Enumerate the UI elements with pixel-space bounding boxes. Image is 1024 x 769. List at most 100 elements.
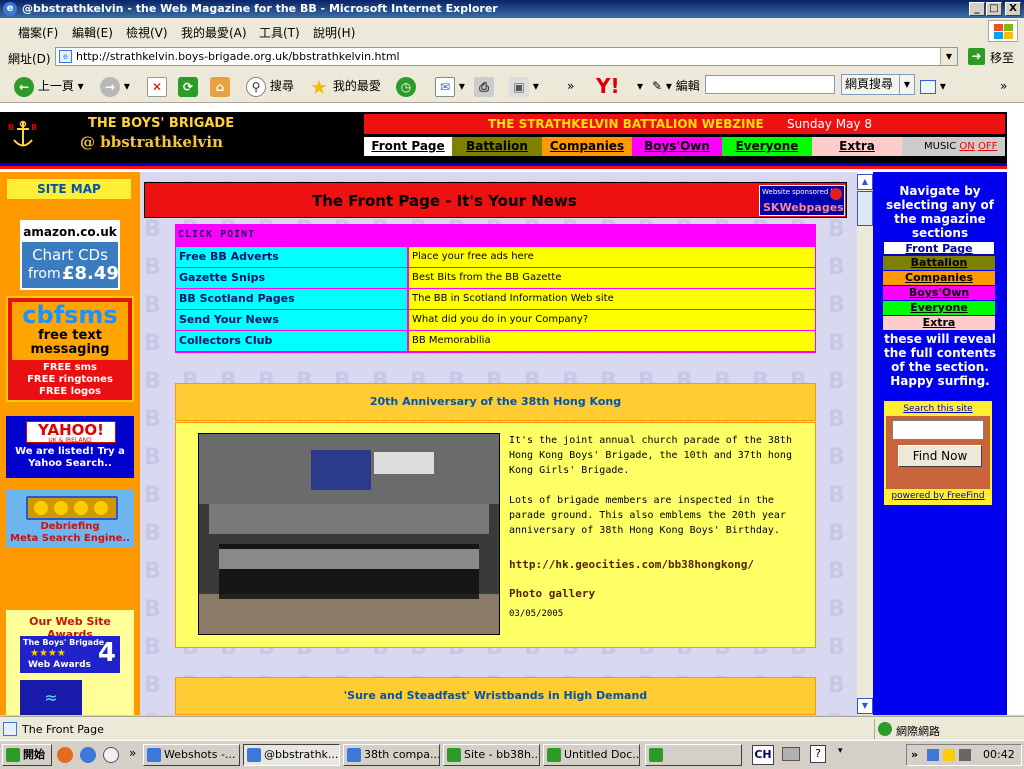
web-search-button[interactable]: 網頁搜尋 ▼ bbox=[841, 74, 915, 95]
tab-everyone[interactable]: Everyone bbox=[722, 137, 812, 156]
click-link-collectors-club[interactable]: Collectors Club bbox=[176, 331, 407, 351]
tab-extra[interactable]: Extra bbox=[812, 137, 902, 156]
minimize-button[interactable]: _ bbox=[969, 2, 985, 16]
firefox-icon[interactable] bbox=[57, 747, 73, 763]
warning-icon[interactable] bbox=[943, 749, 955, 761]
story-link[interactable]: http://hk.geocities.com/bb38hongkong/ bbox=[509, 557, 809, 572]
ime-options-icon[interactable]: ▾ bbox=[838, 746, 843, 756]
network-icon[interactable] bbox=[927, 749, 939, 761]
favorites-button[interactable]: ★ 我的最愛 bbox=[309, 75, 381, 97]
side-nav-front-page[interactable]: Front Page bbox=[883, 241, 995, 255]
photo-gallery-link[interactable]: Photo gallery bbox=[509, 586, 809, 601]
web-search-dropdown-icon[interactable]: ▼ bbox=[899, 75, 914, 94]
table-row: Gazette Snips Best Bits from the BB Gaze… bbox=[176, 268, 815, 288]
task-webshots[interactable]: Webshots -... bbox=[143, 744, 240, 766]
music-off-link[interactable]: OFF bbox=[978, 141, 997, 152]
language-indicator[interactable]: CH bbox=[752, 745, 774, 765]
mail-button[interactable]: ✉ ▾ bbox=[435, 75, 465, 97]
tab-boys-own[interactable]: Boys'Own bbox=[632, 137, 722, 156]
click-desc: Best Bits from the BB Gazette bbox=[409, 268, 815, 288]
tab-battalion[interactable]: Battalion bbox=[452, 137, 542, 156]
menu-favorites[interactable]: 我的最愛(A) bbox=[181, 24, 247, 41]
awards-badge[interactable]: The Boys' Brigade ★★★★ Web Awards 4 bbox=[20, 636, 120, 673]
debriefing-ad[interactable]: Debriefing Meta Search Engine.. bbox=[6, 490, 134, 548]
messenger-button[interactable]: ▣ ▾ bbox=[509, 75, 539, 97]
freefind-link[interactable]: powered by FreeFind bbox=[886, 489, 990, 503]
site-header: B B THE BOYS' BRIGADE @ bbstrathkelvin T… bbox=[0, 112, 1007, 164]
toolbar-chevron[interactable]: » bbox=[567, 75, 574, 97]
address-input[interactable]: e http://strathkelvin.boys-brigade.org.u… bbox=[55, 47, 958, 66]
clock[interactable]: 00:42 bbox=[983, 748, 1015, 761]
volume-icon[interactable] bbox=[959, 749, 971, 761]
scroll-up-icon[interactable]: ▲ bbox=[857, 174, 873, 190]
amazon-ad[interactable]: amazon.co.uk Chart CDs from £8.49 bbox=[20, 220, 120, 290]
forward-button[interactable]: → ▾ bbox=[100, 75, 130, 97]
web-search-label: 網頁搜尋 bbox=[845, 77, 894, 91]
toolbar-chevron-right[interactable]: » bbox=[1000, 75, 1007, 97]
menu-edit[interactable]: 編輯(E) bbox=[72, 24, 113, 41]
group-photo[interactable] bbox=[198, 433, 500, 635]
menu-help[interactable]: 說明(H) bbox=[313, 24, 355, 41]
search-button[interactable]: ⚲ 搜尋 bbox=[246, 75, 294, 97]
yahoo-search-input[interactable] bbox=[705, 75, 835, 94]
start-button[interactable]: 開始 bbox=[2, 744, 52, 766]
media-player-icon[interactable] bbox=[103, 747, 119, 763]
yahoo-icon[interactable]: Y! bbox=[596, 75, 620, 97]
click-link-free-bb-adverts[interactable]: Free BB Adverts bbox=[176, 247, 407, 267]
close-button[interactable]: X bbox=[1005, 2, 1021, 16]
task-bbstrathkelvin[interactable]: @bbstrathk... bbox=[243, 744, 340, 766]
back-button[interactable]: ← 上一頁 ▾ bbox=[14, 75, 84, 97]
home-button[interactable]: ⌂ bbox=[210, 75, 230, 97]
maximize-button[interactable]: □ bbox=[986, 2, 1002, 16]
side-nav-boys-own[interactable]: Boys'Own bbox=[883, 286, 995, 300]
award-badge-2-icon[interactable]: ≈ bbox=[20, 680, 82, 715]
keyboard-icon[interactable] bbox=[782, 747, 800, 761]
cbfsms-ad[interactable]: cbfsms free text messaging FREE sms FREE… bbox=[6, 296, 134, 402]
site-map-link[interactable]: SITE MAP bbox=[7, 179, 131, 199]
find-now-button[interactable]: Find Now bbox=[898, 445, 982, 467]
right-sidebar: Navigate by selecting any of the magazin… bbox=[873, 172, 1007, 715]
scroll-down-icon[interactable]: ▼ bbox=[857, 698, 873, 714]
side-nav-companies[interactable]: Companies bbox=[883, 271, 995, 285]
menu-file[interactable]: 檔案(F) bbox=[18, 24, 58, 41]
yahoo-dropdown-icon[interactable]: ▾ bbox=[637, 75, 643, 97]
yahoo-listing-ad[interactable]: YAHOO! UK & IRELAND We are listed! Try a… bbox=[6, 416, 134, 478]
scroll-thumb[interactable] bbox=[857, 191, 873, 226]
address-dropdown-icon[interactable]: ▼ bbox=[940, 48, 957, 65]
ie-quicklaunch-icon[interactable] bbox=[80, 747, 96, 763]
address-url[interactable]: http://strathkelvin.boys-brigade.org.uk/… bbox=[76, 50, 400, 63]
site-search-input[interactable] bbox=[892, 420, 984, 440]
bookmark-button[interactable]: ▾ bbox=[920, 75, 946, 97]
task-untitled-doc[interactable]: Untitled Doc... bbox=[543, 744, 640, 766]
table-row: Send Your News What did you do in your C… bbox=[176, 310, 815, 330]
go-button[interactable]: ➜ 移至 bbox=[966, 47, 1020, 66]
click-link-bb-scotland[interactable]: BB Scotland Pages bbox=[176, 289, 407, 309]
music-on-link[interactable]: ON bbox=[959, 141, 974, 152]
story-body-hong-kong: It's the joint annual church parade of t… bbox=[175, 422, 816, 648]
menu-tools[interactable]: 工具(T) bbox=[259, 24, 300, 41]
tab-companies[interactable]: Companies bbox=[542, 137, 632, 156]
sponsor-badge[interactable]: Website sponsored by SKWebpages bbox=[759, 185, 845, 216]
refresh-button[interactable]: ⟳ bbox=[178, 75, 198, 97]
site-search-label[interactable]: Search this site bbox=[886, 403, 990, 416]
edit-button[interactable]: ✎ ▾ 編輯 bbox=[652, 75, 700, 97]
click-link-gazette-snips[interactable]: Gazette Snips bbox=[176, 268, 407, 288]
task-site-bb38h[interactable]: Site - bb38h... bbox=[443, 744, 540, 766]
side-nav-battalion[interactable]: Battalion bbox=[883, 256, 995, 270]
history-button[interactable]: ◷ bbox=[396, 75, 416, 97]
tab-front-page[interactable]: Front Page bbox=[364, 137, 452, 156]
menu-view[interactable]: 檢視(V) bbox=[126, 24, 168, 41]
tray-expand-icon[interactable]: » bbox=[911, 748, 918, 761]
print-button[interactable]: ⎙ bbox=[474, 75, 494, 97]
side-nav-extra[interactable]: Extra bbox=[883, 316, 995, 330]
task-38th-company[interactable]: 38th compa... bbox=[343, 744, 440, 766]
stop-button[interactable]: ✕ bbox=[147, 75, 167, 97]
help-icon[interactable]: ? bbox=[810, 745, 826, 763]
quicklaunch-chevron[interactable]: » bbox=[129, 746, 136, 760]
task-untitled-app[interactable] bbox=[645, 744, 742, 766]
page-scrollbar[interactable]: ▲ ▼ bbox=[857, 174, 873, 715]
click-link-send-news[interactable]: Send Your News bbox=[176, 310, 407, 330]
side-nav-everyone[interactable]: Everyone bbox=[883, 301, 995, 315]
table-row: BB Scotland Pages The BB in Scotland Inf… bbox=[176, 289, 815, 309]
click-desc: BB Memorabilia bbox=[409, 331, 815, 351]
